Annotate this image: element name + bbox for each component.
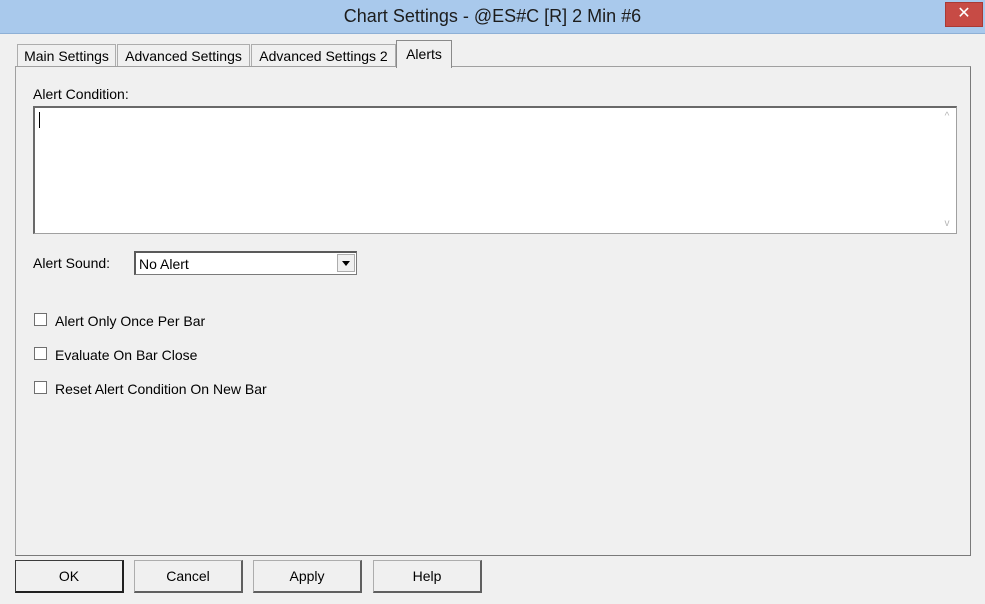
apply-button[interactable]: Apply [253,560,362,593]
close-button[interactable]: ✕ [945,2,983,27]
window-title: Chart Settings - @ES#C [R] 2 Min #6 [343,6,642,26]
help-button[interactable]: Help [373,560,482,593]
alert-condition-input[interactable]: ^ v [33,106,957,234]
alert-once-per-bar-checkbox[interactable] [34,313,47,326]
tab-alerts[interactable]: Alerts [396,40,452,68]
alert-sound-select[interactable]: No Alert [134,251,357,275]
tab-advanced-settings[interactable]: Advanced Settings [117,44,250,68]
text-caret [39,112,40,128]
reset-alert-condition-checkbox[interactable] [34,381,47,394]
reset-alert-condition-label[interactable]: Reset Alert Condition On New Bar [55,381,267,397]
tab-main-settings[interactable]: Main Settings [17,44,116,68]
close-icon: ✕ [957,5,971,22]
evaluate-on-bar-close-checkbox[interactable] [34,347,47,360]
scroll-up-icon[interactable]: ^ [940,110,954,124]
alert-condition-label: Alert Condition: [33,86,129,102]
alert-sound-value: No Alert [139,256,189,272]
scroll-down-icon[interactable]: v [940,217,954,231]
title-bar: Chart Settings - @ES#C [R] 2 Min #6 ✕ [0,0,985,34]
cancel-button[interactable]: Cancel [134,560,243,593]
ok-button[interactable]: OK [15,560,124,593]
chevron-down-icon[interactable] [337,254,355,272]
alert-once-per-bar-label[interactable]: Alert Only Once Per Bar [55,313,205,329]
tab-advanced-settings-2[interactable]: Advanced Settings 2 [251,44,396,68]
alert-sound-label: Alert Sound: [33,255,111,271]
evaluate-on-bar-close-label[interactable]: Evaluate On Bar Close [55,347,197,363]
